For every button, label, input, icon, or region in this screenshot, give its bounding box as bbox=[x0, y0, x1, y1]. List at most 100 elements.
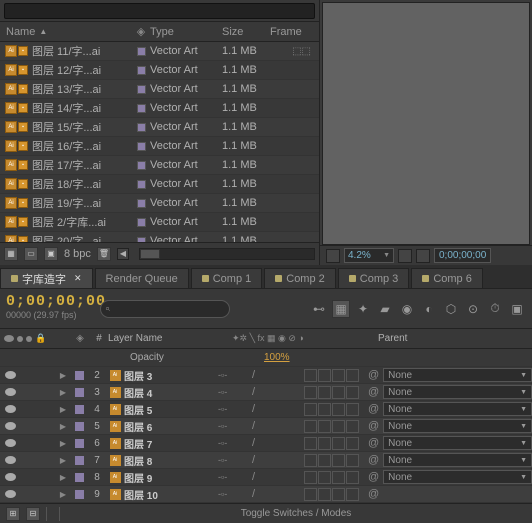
label-swatch[interactable] bbox=[137, 123, 146, 132]
switch-box[interactable] bbox=[346, 420, 359, 433]
toggle-switches-label[interactable]: Toggle Switches / Modes bbox=[66, 508, 526, 519]
switch-shy[interactable]: -▫- bbox=[218, 455, 228, 465]
visibility-toggle-icon[interactable] bbox=[5, 456, 16, 464]
layer-row[interactable]: ▶ 9 Ai 图层 10 -▫-/ @ bbox=[0, 486, 532, 503]
switch-blur[interactable]: / bbox=[252, 437, 255, 449]
layer-name[interactable]: 图层 5 bbox=[124, 402, 214, 417]
tab-comp-1[interactable]: Comp 1 bbox=[191, 268, 263, 288]
delete-icon[interactable]: 🗑 bbox=[97, 247, 111, 261]
opacity-property-row[interactable]: Opacity 100% bbox=[0, 349, 532, 367]
switch-shy[interactable]: -▫- bbox=[218, 370, 228, 380]
visibility-toggle-icon[interactable] bbox=[5, 490, 16, 498]
col-type-label[interactable]: Type bbox=[150, 26, 222, 38]
switch-box[interactable] bbox=[332, 403, 345, 416]
parent-dropdown[interactable]: None▼ bbox=[383, 470, 532, 484]
parent-col-label[interactable]: Parent bbox=[378, 333, 428, 344]
layer-row[interactable]: ▶ 3 Ai 图层 4 -▫-/ @None▼ bbox=[0, 384, 532, 401]
expand-arrow-icon[interactable]: ▶ bbox=[56, 388, 70, 397]
magnify-icon[interactable] bbox=[326, 249, 340, 263]
timecode-display[interactable]: 0;00;00;00 bbox=[6, 293, 94, 310]
label-swatch[interactable] bbox=[75, 473, 84, 482]
tab-字库造字[interactable]: 字库造字✕ bbox=[0, 268, 93, 288]
toggle-modes-icon[interactable]: ⊟ bbox=[26, 507, 40, 521]
expand-arrow-icon[interactable]: ▶ bbox=[56, 473, 70, 482]
pickwhip-icon[interactable]: @ bbox=[368, 454, 379, 466]
switch-box[interactable] bbox=[318, 403, 331, 416]
tab-comp-3[interactable]: Comp 3 bbox=[338, 268, 410, 288]
new-comp-icon[interactable]: ▣ bbox=[44, 247, 58, 261]
switch-box[interactable] bbox=[346, 454, 359, 467]
comp-flowchart-icon[interactable]: ⊷ bbox=[310, 300, 328, 318]
layer-name[interactable]: 图层 4 bbox=[124, 385, 214, 400]
label-swatch[interactable] bbox=[137, 85, 146, 94]
tab-comp-2[interactable]: Comp 2 bbox=[264, 268, 336, 288]
graph-editor-icon[interactable]: ⬡ bbox=[442, 300, 460, 318]
switch-box[interactable] bbox=[318, 437, 331, 450]
toggle-switches-icon[interactable]: ⊞ bbox=[6, 507, 20, 521]
switch-box[interactable] bbox=[346, 471, 359, 484]
label-swatch[interactable] bbox=[137, 199, 146, 208]
switch-box[interactable] bbox=[332, 454, 345, 467]
switch-blur[interactable]: / bbox=[252, 369, 255, 381]
file-row[interactable]: Ai▪ 图层 14/字...ai Vector Art 1.1 MB bbox=[0, 99, 319, 118]
switch-box[interactable] bbox=[304, 369, 317, 382]
layer-row[interactable]: ▶ 8 Ai 图层 9 -▫-/ @None▼ bbox=[0, 469, 532, 486]
bpc-label[interactable]: 8 bpc bbox=[64, 248, 91, 260]
visibility-toggle-icon[interactable] bbox=[5, 473, 16, 481]
switch-blur[interactable]: / bbox=[252, 386, 255, 398]
file-row[interactable]: Ai▪ 图层 13/字...ai Vector Art 1.1 MB bbox=[0, 80, 319, 99]
audio-col-icon[interactable] bbox=[17, 336, 23, 342]
layer-row[interactable]: ▶ 6 Ai 图层 7 -▫-/ @None▼ bbox=[0, 435, 532, 452]
grid-icon[interactable] bbox=[398, 249, 412, 263]
project-column-headers[interactable]: Name▲ ◈ Type Size Frame bbox=[0, 22, 319, 42]
switch-box[interactable] bbox=[304, 471, 317, 484]
visibility-col-icon[interactable] bbox=[4, 335, 14, 342]
label-swatch[interactable] bbox=[75, 371, 84, 380]
label-swatch[interactable] bbox=[137, 66, 146, 75]
expand-icon[interactable]: ▣ bbox=[508, 300, 526, 318]
pickwhip-icon[interactable]: @ bbox=[368, 437, 379, 449]
label-swatch[interactable] bbox=[75, 490, 84, 499]
layer-row[interactable]: ▶ 5 Ai 图层 6 -▫-/ @None▼ bbox=[0, 418, 532, 435]
col-frame-label[interactable]: Frame bbox=[270, 26, 319, 38]
switch-box[interactable] bbox=[332, 437, 345, 450]
file-row[interactable]: Ai▪ 图层 18/字...ai Vector Art 1.1 MB bbox=[0, 175, 319, 194]
switch-box[interactable] bbox=[346, 386, 359, 399]
switch-box[interactable] bbox=[304, 488, 317, 501]
switch-shy[interactable]: -▫- bbox=[218, 438, 228, 448]
switch-box[interactable] bbox=[332, 420, 345, 433]
switch-box[interactable] bbox=[346, 437, 359, 450]
visibility-toggle-icon[interactable] bbox=[5, 371, 16, 379]
clock-icon[interactable]: ⏱ bbox=[486, 300, 504, 318]
pickwhip-icon[interactable]: @ bbox=[368, 471, 379, 483]
layername-col-label[interactable]: Layer Name bbox=[108, 333, 228, 344]
motion-blur-icon[interactable]: ◉ bbox=[398, 300, 416, 318]
opacity-value[interactable]: 100% bbox=[264, 352, 290, 363]
switch-box[interactable] bbox=[346, 403, 359, 416]
file-row[interactable]: Ai▪ 图层 12/字...ai Vector Art 1.1 MB bbox=[0, 61, 319, 80]
label-swatch[interactable] bbox=[75, 405, 84, 414]
switch-shy[interactable]: -▫- bbox=[218, 421, 228, 431]
layer-row[interactable]: ▶ 2 Ai 图层 3 -▫-/ @None▼ bbox=[0, 367, 532, 384]
file-row[interactable]: Ai▪ 图层 11/字...ai Vector Art 1.1 MB ⬚⬚ bbox=[0, 42, 319, 61]
expand-arrow-icon[interactable]: ▶ bbox=[56, 439, 70, 448]
lock-col-icon[interactable]: 🔒 bbox=[35, 333, 46, 344]
switch-box[interactable] bbox=[332, 386, 345, 399]
parent-dropdown[interactable]: None▼ bbox=[383, 436, 532, 450]
file-list[interactable]: Ai▪ 图层 11/字...ai Vector Art 1.1 MB ⬚⬚ Ai… bbox=[0, 42, 319, 242]
auto-keyframe-icon[interactable]: ⊙ bbox=[464, 300, 482, 318]
switch-shy[interactable]: -▫- bbox=[218, 387, 228, 397]
project-search[interactable] bbox=[4, 3, 315, 19]
switch-box[interactable] bbox=[332, 471, 345, 484]
col-size-label[interactable]: Size bbox=[222, 26, 270, 38]
draft3d-icon[interactable]: ▦ bbox=[332, 300, 350, 318]
switch-box[interactable] bbox=[332, 488, 345, 501]
visibility-toggle-icon[interactable] bbox=[5, 405, 16, 413]
layer-name[interactable]: 图层 6 bbox=[124, 419, 214, 434]
shy-icon[interactable]: ✦ bbox=[354, 300, 372, 318]
num-col-label[interactable]: # bbox=[90, 333, 108, 344]
new-folder-icon[interactable]: ▭ bbox=[24, 247, 38, 261]
mask-icon[interactable] bbox=[416, 249, 430, 263]
tab-comp-6[interactable]: Comp 6 bbox=[411, 268, 483, 288]
switch-shy[interactable]: -▫- bbox=[218, 472, 228, 482]
